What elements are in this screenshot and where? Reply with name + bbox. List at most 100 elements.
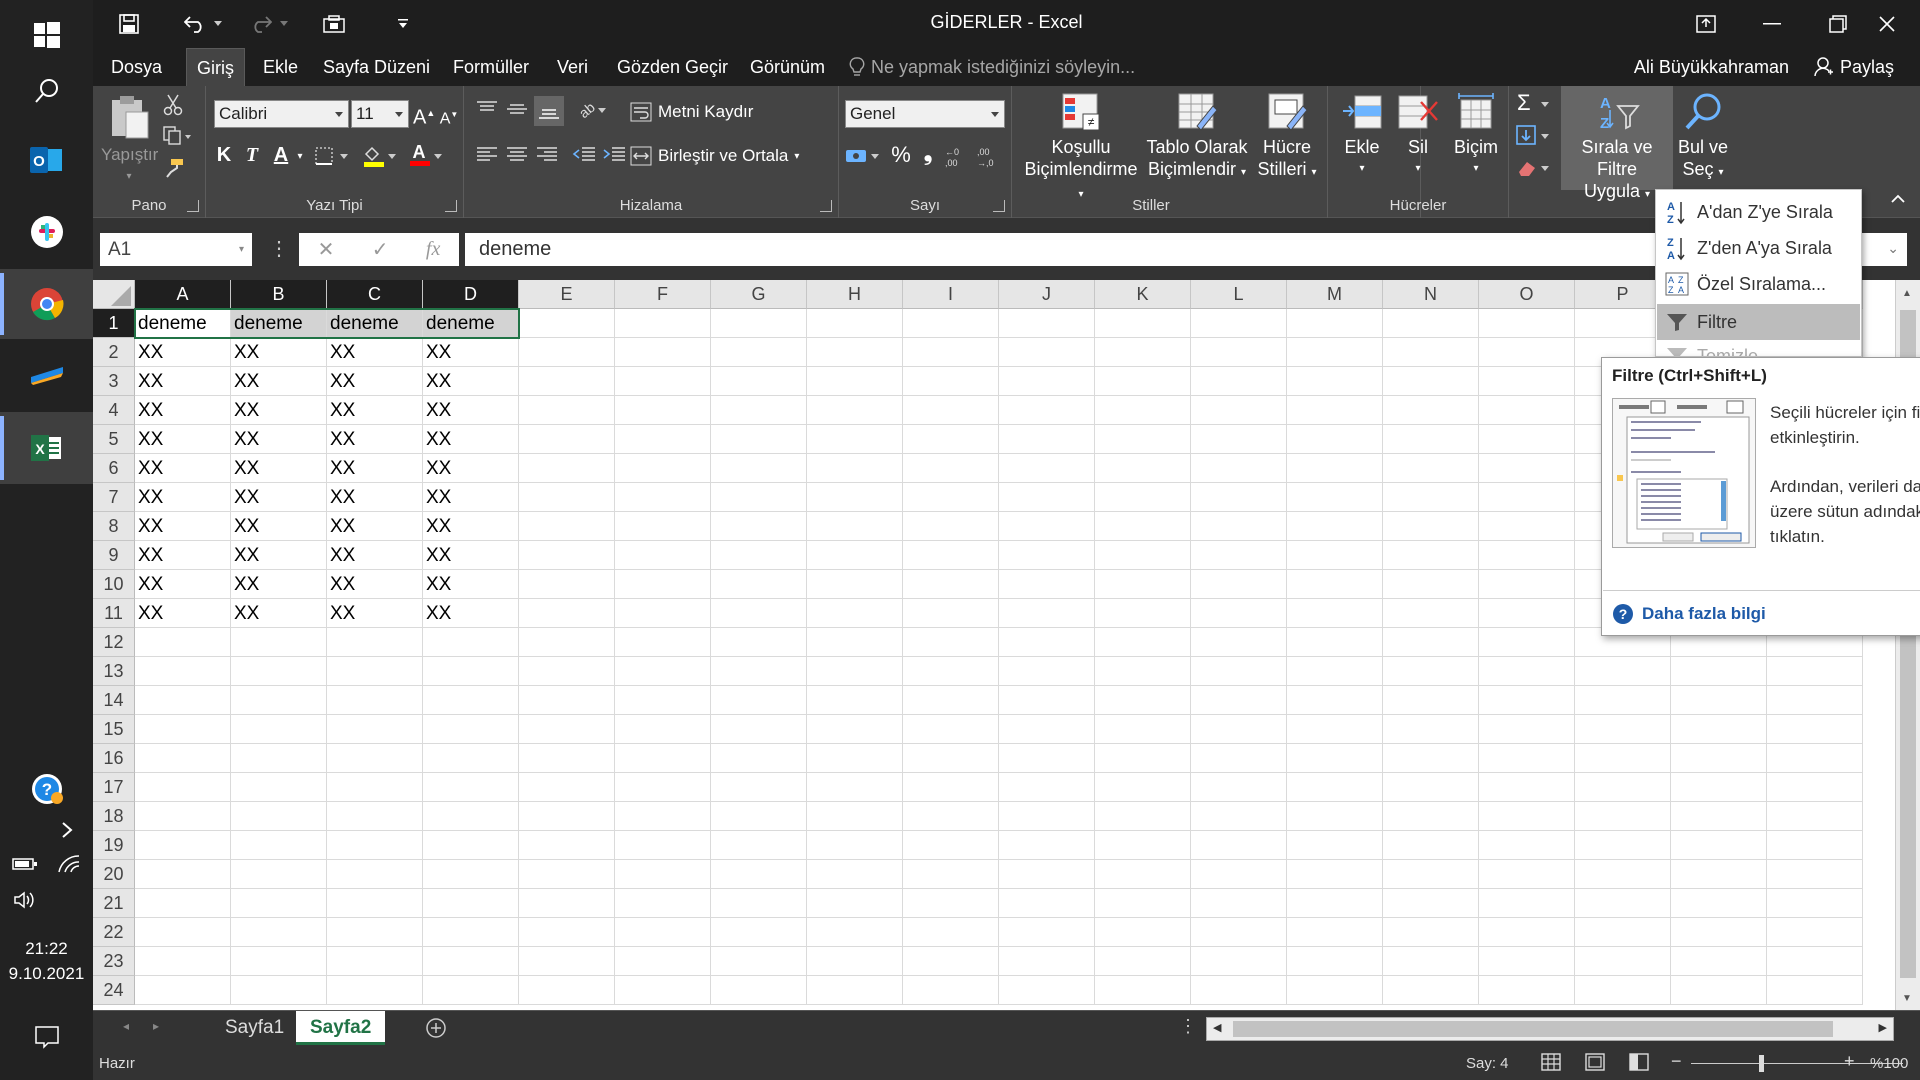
- align-middle-icon[interactable]: [506, 100, 530, 118]
- cell-c3[interactable]: XX: [327, 367, 423, 396]
- customize-toolbar-icon[interactable]: [393, 10, 413, 38]
- cell-h22[interactable]: [807, 918, 903, 947]
- cell-r16[interactable]: [1767, 744, 1863, 773]
- cell-g10[interactable]: [711, 570, 807, 599]
- cell-k11[interactable]: [1095, 599, 1191, 628]
- cell-b11[interactable]: XX: [231, 599, 327, 628]
- tab-split-grip-icon[interactable]: ⋮: [1179, 1016, 1197, 1037]
- cell-c4[interactable]: XX: [327, 396, 423, 425]
- menu-clear[interactable]: Temizle: [1657, 338, 1860, 356]
- expand-formula-icon[interactable]: ⌄: [1887, 232, 1899, 265]
- cell-j21[interactable]: [999, 889, 1095, 918]
- cell-m20[interactable]: [1287, 860, 1383, 889]
- cell-l1[interactable]: [1191, 309, 1287, 338]
- cell-b5[interactable]: XX: [231, 425, 327, 454]
- excel-taskbar-icon[interactable]: X: [0, 412, 93, 484]
- alignment-launcher-icon[interactable]: [820, 200, 832, 212]
- cell-h16[interactable]: [807, 744, 903, 773]
- cell-j20[interactable]: [999, 860, 1095, 889]
- cell-a24[interactable]: [135, 976, 231, 1005]
- cell-a5[interactable]: XX: [135, 425, 231, 454]
- cell-r18[interactable]: [1767, 802, 1863, 831]
- number-launcher-icon[interactable]: [993, 200, 1005, 212]
- cell-f5[interactable]: [615, 425, 711, 454]
- cell-q24[interactable]: [1671, 976, 1767, 1005]
- cell-r23[interactable]: [1767, 947, 1863, 976]
- cell-n7[interactable]: [1383, 483, 1479, 512]
- cell-i5[interactable]: [903, 425, 999, 454]
- cell-i8[interactable]: [903, 512, 999, 541]
- cell-i19[interactable]: [903, 831, 999, 860]
- cell-d16[interactable]: [423, 744, 519, 773]
- cell-o1[interactable]: [1479, 309, 1575, 338]
- cell-k14[interactable]: [1095, 686, 1191, 715]
- cell-k20[interactable]: [1095, 860, 1191, 889]
- cell-f20[interactable]: [615, 860, 711, 889]
- cell-l8[interactable]: [1191, 512, 1287, 541]
- cell-n3[interactable]: [1383, 367, 1479, 396]
- row-header-14[interactable]: 14: [93, 686, 135, 715]
- cell-h8[interactable]: [807, 512, 903, 541]
- cell-k24[interactable]: [1095, 976, 1191, 1005]
- cell-d6[interactable]: XX: [423, 454, 519, 483]
- cell-h7[interactable]: [807, 483, 903, 512]
- cell-k19[interactable]: [1095, 831, 1191, 860]
- cell-a6[interactable]: XX: [135, 454, 231, 483]
- cell-m17[interactable]: [1287, 773, 1383, 802]
- cell-a12[interactable]: [135, 628, 231, 657]
- cell-a9[interactable]: XX: [135, 541, 231, 570]
- cell-g14[interactable]: [711, 686, 807, 715]
- merge-dropdown-icon[interactable]: ▾: [794, 151, 799, 162]
- font-size-combo[interactable]: 11: [351, 100, 409, 128]
- row-header-11[interactable]: 11: [93, 599, 135, 628]
- cell-l19[interactable]: [1191, 831, 1287, 860]
- tell-me-search[interactable]: Ne yapmak istediğinizi söyleyin...: [849, 48, 1135, 86]
- cell-a15[interactable]: [135, 715, 231, 744]
- close-icon[interactable]: [1854, 0, 1920, 48]
- row-header-20[interactable]: 20: [93, 860, 135, 889]
- cell-n23[interactable]: [1383, 947, 1479, 976]
- clear-icon[interactable]: [1515, 156, 1559, 180]
- cell-g24[interactable]: [711, 976, 807, 1005]
- cell-n22[interactable]: [1383, 918, 1479, 947]
- cell-a4[interactable]: XX: [135, 396, 231, 425]
- cell-h12[interactable]: [807, 628, 903, 657]
- find-select-button[interactable]: Bul ve Seç ▾: [1675, 92, 1731, 184]
- menu-sort-a-to-z[interactable]: AZ A'dan Z'ye Sırala: [1657, 194, 1860, 230]
- screenshot-icon[interactable]: [319, 10, 349, 38]
- cell-g5[interactable]: [711, 425, 807, 454]
- cell-d9[interactable]: XX: [423, 541, 519, 570]
- cell-f8[interactable]: [615, 512, 711, 541]
- cell-b20[interactable]: [231, 860, 327, 889]
- row-header-15[interactable]: 15: [93, 715, 135, 744]
- autosum-icon[interactable]: Σ: [1515, 90, 1559, 114]
- cell-h6[interactable]: [807, 454, 903, 483]
- cell-i21[interactable]: [903, 889, 999, 918]
- cell-o22[interactable]: [1479, 918, 1575, 947]
- cell-a7[interactable]: XX: [135, 483, 231, 512]
- format-painter-icon[interactable]: [163, 158, 193, 178]
- cell-i17[interactable]: [903, 773, 999, 802]
- row-header-13[interactable]: 13: [93, 657, 135, 686]
- add-sheet-icon[interactable]: [425, 1017, 447, 1039]
- tab-formulas[interactable]: Formüller: [443, 48, 539, 86]
- cell-n11[interactable]: [1383, 599, 1479, 628]
- cell-p13[interactable]: [1575, 657, 1671, 686]
- column-header-e[interactable]: E: [519, 280, 615, 309]
- cell-c22[interactable]: [327, 918, 423, 947]
- cell-d5[interactable]: XX: [423, 425, 519, 454]
- cell-h5[interactable]: [807, 425, 903, 454]
- cell-o20[interactable]: [1479, 860, 1575, 889]
- scroll-down-icon[interactable]: ▼: [1902, 993, 1912, 1004]
- cell-l2[interactable]: [1191, 338, 1287, 367]
- cell-b23[interactable]: [231, 947, 327, 976]
- cell-n4[interactable]: [1383, 396, 1479, 425]
- sheet-tab-sayfa2[interactable]: Sayfa2: [296, 1011, 386, 1045]
- cell-f13[interactable]: [615, 657, 711, 686]
- cancel-entry-icon[interactable]: ✕: [318, 237, 335, 262]
- cell-n17[interactable]: [1383, 773, 1479, 802]
- row-header-2[interactable]: 2: [93, 338, 135, 367]
- cell-d14[interactable]: [423, 686, 519, 715]
- cell-e14[interactable]: [519, 686, 615, 715]
- cell-b6[interactable]: XX: [231, 454, 327, 483]
